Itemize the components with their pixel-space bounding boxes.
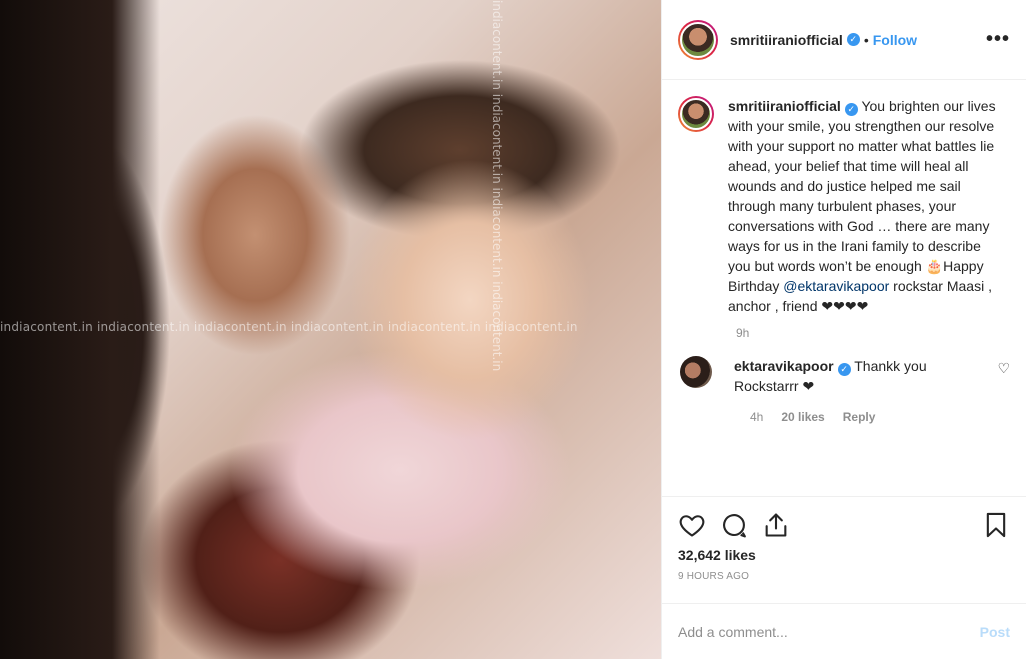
caption-avatar[interactable] [678,96,714,132]
post-sidebar: smritiiraniofficial ✓ • Follow ••• smrit… [661,0,1026,659]
more-options-icon[interactable]: ••• [986,28,1010,51]
verified-badge-icon: ✓ [837,363,851,376]
comment-avatar[interactable] [680,356,712,388]
heart-icon[interactable] [678,511,706,539]
verified-badge-icon: ✓ [844,103,858,116]
separator-dot: • [863,31,869,48]
comment-time[interactable]: 4h [750,410,763,424]
share-icon[interactable] [762,511,790,539]
caption-username[interactable]: smritiiraniofficial [728,98,841,114]
caption-time[interactable]: 9h [736,326,1010,340]
post-header: smritiiraniofficial ✓ • Follow ••• [662,0,1026,80]
post-comment-button[interactable]: Post [980,624,1010,640]
reply-button[interactable]: Reply [843,410,876,424]
post-actions: 32,642 likes 9 HOURS AGO [662,496,1026,582]
comment-composer: Post [662,603,1026,659]
instagram-post: indiacontent.in indiacontent.in indiacon… [0,0,1026,659]
verified-badge-icon: ✓ [846,33,860,46]
comment-actions: 4h 20 likes Reply [750,410,1010,424]
post-timestamp[interactable]: 9 HOURS AGO [678,571,1010,582]
comment-likes[interactable]: 20 likes [781,410,824,424]
post-photo[interactable]: indiacontent.in indiacontent.in indiacon… [0,0,661,659]
comment-input[interactable] [678,623,980,640]
bookmark-icon[interactable] [982,511,1010,539]
comments-list: smritiiraniofficial ✓ You brighten our li… [662,80,1026,496]
comment-username[interactable]: ektaravikapoor [734,358,834,374]
comment-icon[interactable] [720,511,748,539]
like-count[interactable]: 32,642 likes [678,547,1010,563]
comment-item: ektaravikapoor ✓ Thankk you Rockstarrr ❤ … [678,356,1010,396]
caption-text: You brighten our lives with your smile, … [728,98,996,294]
avatar[interactable] [678,19,718,60]
mention-link[interactable]: @ektaravikapoor [783,278,889,294]
comment-like-heart-icon[interactable]: ♡ [997,360,1010,396]
follow-button[interactable]: Follow [873,32,917,48]
header-username[interactable]: smritiiraniofficial [730,32,843,48]
caption: smritiiraniofficial ✓ You brighten our li… [678,96,1010,316]
watermark-vertical: indiacontent.in indiacontent.in indiacon… [490,0,504,372]
